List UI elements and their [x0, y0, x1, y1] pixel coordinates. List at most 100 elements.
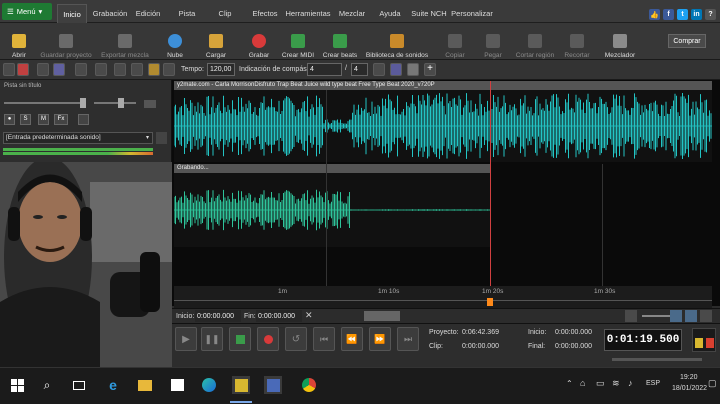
app-window-icon[interactable] — [264, 376, 282, 394]
grid-icon[interactable] — [407, 63, 419, 76]
time-signature-denominator[interactable]: 4 — [351, 63, 368, 76]
audio-clip-recording[interactable] — [173, 173, 490, 247]
trim-button[interactable]: Recortar — [562, 25, 592, 59]
wifi-icon[interactable]: ≋ — [612, 378, 620, 389]
tab-clip[interactable]: Clip — [213, 4, 237, 23]
volume-slider[interactable] — [4, 102, 86, 104]
like-icon[interactable]: 👍 — [649, 9, 660, 20]
add-track-icon[interactable] — [37, 63, 49, 76]
export-mix-button[interactable]: Exportar mezcla — [99, 25, 151, 59]
zoom-out-icon[interactable] — [625, 310, 637, 322]
selection-end-field[interactable]: 0:00:00.000 — [256, 310, 302, 322]
mixer-button[interactable]: Mezclador — [603, 25, 637, 59]
master-volume-slider[interactable] — [612, 358, 702, 361]
volume-icon[interactable]: ♪ — [628, 378, 633, 388]
buy-button[interactable]: Comprar — [668, 34, 706, 48]
envelope-icon[interactable] — [78, 114, 89, 125]
main-menu-button[interactable]: ☰ Menú ▾ — [2, 3, 52, 20]
create-beats-button[interactable]: Crear beats — [321, 25, 359, 59]
edge-legacy-icon[interactable]: e — [104, 376, 122, 394]
wrench-icon[interactable] — [156, 132, 167, 144]
edge-icon[interactable] — [200, 376, 218, 394]
zoom-slider[interactable] — [642, 315, 672, 317]
volume-slider-handle[interactable] — [80, 98, 86, 108]
tempo-input[interactable]: 120,00 — [207, 63, 235, 76]
tab-ayuda[interactable]: Ayuda — [376, 4, 404, 23]
show-hidden-icons-icon[interactable]: ⌃ — [566, 379, 573, 388]
go-end-button[interactable]: ⏭ — [397, 327, 419, 351]
search-icon[interactable]: ⌕ — [38, 376, 56, 394]
loop-icon[interactable] — [390, 63, 402, 76]
time-signature-numerator[interactable]: 4 — [307, 63, 342, 76]
go-start-button[interactable]: ⏮ — [313, 327, 335, 351]
paste-button[interactable]: Pegar — [482, 25, 504, 59]
folder-icon[interactable] — [95, 63, 107, 76]
timeline-ruler[interactable]: 1m 1m 10s 1m 20s 1m 30s — [174, 286, 712, 308]
pause-button[interactable]: ❚❚ — [201, 327, 223, 351]
redo-icon[interactable] — [131, 63, 143, 76]
marker-icon[interactable] — [148, 63, 160, 76]
fx-button[interactable]: Fx — [54, 114, 68, 125]
loop-button[interactable]: ↺ — [285, 327, 307, 351]
undo-icon[interactable] — [114, 63, 126, 76]
tab-edicion[interactable]: Edición — [133, 4, 163, 23]
close-icon[interactable]: ✕ — [305, 310, 313, 321]
tab-mezclar[interactable]: Mezclar — [336, 4, 368, 23]
task-view-icon[interactable] — [70, 376, 88, 394]
input-language[interactable]: ESP — [646, 380, 660, 387]
audio-clip-beat[interactable] — [173, 90, 712, 162]
stop-button[interactable] — [229, 327, 251, 351]
tab-personalizar[interactable]: Personalizar — [450, 4, 494, 23]
display-icon[interactable]: ▭ — [596, 378, 605, 389]
playhead-marker[interactable] — [487, 298, 493, 306]
chrome-icon[interactable] — [300, 376, 318, 394]
tab-herramientas[interactable]: Herramientas — [285, 4, 331, 23]
horizontal-scrollbar-thumb[interactable] — [364, 311, 400, 321]
notifications-icon[interactable]: ▢ — [708, 378, 717, 389]
zoom-fit-icon[interactable] — [685, 310, 697, 322]
input-device-select[interactable]: [Entrada predeterminada sonido] — [3, 132, 153, 144]
record-arm-icon[interactable] — [17, 63, 29, 76]
fast-forward-button[interactable]: ⏩ — [369, 327, 391, 351]
twitter-icon[interactable]: t — [677, 9, 688, 20]
open-button[interactable]: Abrir — [8, 25, 30, 59]
pan-slider[interactable] — [94, 102, 136, 104]
mute-button[interactable]: M — [38, 114, 49, 125]
metronome-icon[interactable] — [373, 63, 385, 76]
track-options-icon[interactable] — [144, 100, 156, 108]
tab-suite-nch[interactable]: Suite NCH — [410, 4, 448, 23]
clock-date[interactable]: 18/01/2022 — [672, 385, 707, 392]
mixpad-app-icon[interactable] — [232, 376, 250, 394]
record-button[interactable]: Grabar — [246, 25, 272, 59]
help-icon[interactable]: ? — [705, 9, 716, 20]
save-project-button[interactable]: Guardar proyecto — [38, 25, 94, 59]
tab-pista[interactable]: Pista — [173, 4, 201, 23]
tab-efectos[interactable]: Efectos — [249, 4, 281, 23]
windows-start-icon[interactable] — [8, 376, 26, 394]
record-enable-icon[interactable]: ● — [4, 114, 15, 125]
file-explorer-icon[interactable] — [136, 376, 154, 394]
snap-icon[interactable] — [163, 63, 175, 76]
store-icon[interactable] — [168, 376, 186, 394]
selection-start-field[interactable]: 0:00:00.000 — [195, 310, 241, 322]
sound-library-button[interactable]: Biblioteca de sonidos — [364, 25, 430, 59]
plus-icon[interactable]: + — [424, 63, 436, 76]
delete-track-icon[interactable] — [53, 63, 65, 76]
network-icon[interactable]: ⌂ — [580, 378, 585, 388]
tab-grabacion[interactable]: Grabación — [89, 4, 131, 23]
pan-slider-handle[interactable] — [118, 98, 124, 108]
save-icon[interactable] — [75, 63, 87, 76]
cut-region-button[interactable]: Cortar región — [514, 25, 556, 59]
playhead-line[interactable] — [490, 81, 491, 306]
cloud-button[interactable]: Nube — [164, 25, 186, 59]
facebook-icon[interactable]: f — [663, 9, 674, 20]
rewind-button[interactable]: ⏪ — [341, 327, 363, 351]
play-button[interactable]: ▶ — [175, 327, 197, 351]
zoom-selection-icon[interactable] — [700, 310, 712, 322]
load-button[interactable]: Cargar — [203, 25, 229, 59]
zoom-in-icon[interactable] — [670, 310, 682, 322]
solo-button[interactable]: S — [20, 114, 31, 125]
lock-icon[interactable] — [3, 63, 15, 76]
linkedin-icon[interactable]: in — [691, 9, 702, 20]
transport-record-button[interactable] — [257, 327, 279, 351]
